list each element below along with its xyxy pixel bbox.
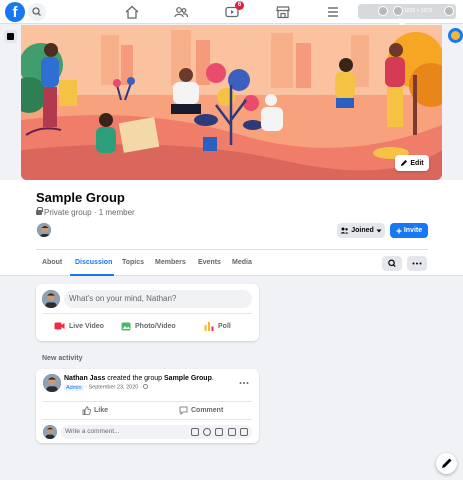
live-video-label: Live Video [69,322,104,330]
new-message-button[interactable] [436,453,457,474]
poll-label: Poll [218,323,231,330]
profile-avatar[interactable] [448,28,463,43]
invite-button[interactable]: Invite [390,223,428,238]
member-avatar[interactable] [36,222,52,238]
post-date[interactable]: · September 23, 2020 · [84,385,144,391]
admin-badge: Admin [64,384,84,391]
tab-discussion[interactable]: Discussion [75,259,112,266]
tab-media[interactable]: Media [232,259,252,266]
person-avatar-icon [43,425,57,439]
search-icon [388,259,396,268]
extension-dot-icon[interactable] [378,6,388,16]
person-avatar-icon [43,374,61,392]
composer-input[interactable]: What's on your mind, Nathan? [64,290,252,308]
chevron-down-icon [376,229,382,232]
post-meta: Admin · September 23, 2020 · [64,384,149,391]
gif-icon[interactable] [228,428,236,436]
tab-topics[interactable]: Topics [122,259,144,266]
invite-label: Invite [403,227,423,234]
group-title: Sample Group [36,190,125,205]
like-button[interactable]: Like [82,406,108,415]
cover-illustration [21,25,442,180]
group-subtitle: Private group · 1 member [36,207,135,217]
eye-icon[interactable] [393,6,403,16]
group-member-count[interactable]: 1 member [99,208,135,217]
like-label: Like [94,407,109,414]
composer-divider [42,313,252,314]
photo-video-button[interactable]: Photo/Video [121,322,176,331]
tab-about[interactable]: About [42,259,62,266]
poll-icon [204,322,214,331]
poll-button[interactable]: Poll [204,322,231,331]
live-video-button[interactable]: Live Video [54,322,104,330]
privacy-globe-icon [143,384,149,389]
group-privacy: Private group [44,208,92,217]
close-icon[interactable] [444,6,454,16]
comment-input[interactable]: Write a comment... [61,425,252,439]
notification-badge: 6 [235,1,244,10]
joined-label: Joined [351,227,374,234]
header-divider [36,249,428,250]
search-icon [32,7,41,16]
sidebar-toggle-icon[interactable] [4,30,17,43]
comment-button[interactable]: Comment [179,406,223,415]
more-icon [412,262,422,265]
plus-icon [396,228,402,233]
new-activity-heading: New activity [42,355,83,362]
live-video-icon [54,322,65,330]
group-search-button[interactable] [382,256,402,271]
facebook-logo[interactable]: f [5,2,25,22]
active-tab-indicator [70,274,114,276]
marketplace-icon[interactable] [275,4,291,20]
group-members-icon [340,227,349,234]
more-icon [239,382,249,384]
post-author-avatar[interactable] [43,374,61,392]
tab-events[interactable]: Events [198,259,221,266]
viewport-size-label: 1025 × 1073 [404,8,432,14]
edit-cover-button[interactable]: Edit [395,155,429,171]
comment-avatar[interactable] [43,425,57,439]
post-headline: Nathan Jass created the group Sample Gro… [64,375,214,382]
photo-video-label: Photo/Video [135,323,176,330]
composer-avatar[interactable] [42,290,60,308]
edit-cover-label: Edit [410,159,424,167]
sticker-icon[interactable] [240,428,248,436]
person-avatar-icon [42,290,60,308]
post-options-button[interactable] [239,377,249,387]
groups-icon[interactable] [173,4,189,20]
post-action-text: created the group [105,375,165,382]
post-author-name[interactable]: Nathan Jass [64,375,105,382]
menu-icon[interactable] [325,4,341,20]
post-group-link[interactable]: Sample Group [164,375,212,382]
post-period: . [211,375,214,382]
cover-photo [21,25,442,180]
avatar-sticker-icon[interactable] [191,428,199,436]
photo-icon [121,322,131,331]
home-icon[interactable] [124,4,140,20]
more-options-button[interactable] [407,256,427,271]
pencil-icon [401,160,408,166]
emoji-icon[interactable] [203,428,211,436]
camera-icon[interactable] [215,428,223,436]
post-divider-bottom [42,419,252,420]
subtitle-separator: · [91,208,99,217]
comment-icon [179,406,188,415]
lock-icon [36,207,43,215]
post-divider-top [42,401,252,402]
thumbs-up-icon [82,406,91,415]
joined-button[interactable]: Joined [337,223,385,238]
compose-icon [442,458,452,468]
search-button[interactable] [28,3,46,21]
comment-label: Comment [191,407,224,414]
tab-members[interactable]: Members [155,259,186,266]
